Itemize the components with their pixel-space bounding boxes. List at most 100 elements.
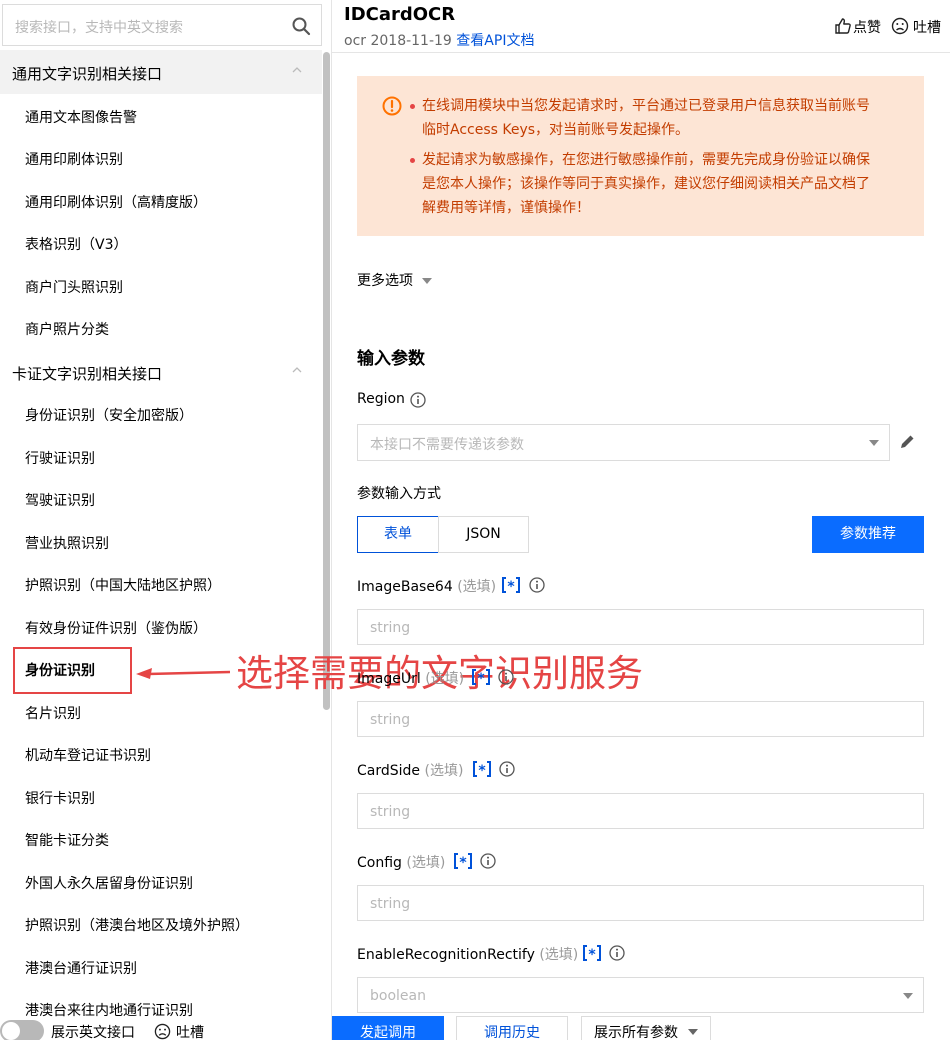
caret-down-icon [869,440,879,446]
pencil-icon[interactable] [899,433,916,450]
sidebar-footer: 展示英文接口 吐槽 [0,1018,331,1040]
search-placeholder: 搜索接口，支持中英文搜索 [15,20,183,36]
sidebar-item[interactable]: 港澳台通行证识别 [25,958,137,978]
field-label: CardSide (选填) [357,760,463,780]
sidebar-item[interactable]: 外国人永久居留身份证识别 [25,873,193,893]
image-url-input[interactable]: string [357,701,924,737]
region-label: Region [357,391,405,407]
feedback-link[interactable]: 吐槽 [176,1022,204,1040]
info-icon[interactable] [499,761,515,777]
region-select[interactable]: 本接口不需要传递该参数 [357,424,890,461]
optional-tag: (选填) [539,947,579,963]
image-base64-input[interactable]: string [357,609,924,645]
input-placeholder: string [370,896,411,912]
sidebar-item[interactable]: 商户门头照识别 [25,277,123,297]
sidebar-item[interactable]: 护照识别（港澳台地区及境外护照） [25,915,249,935]
region-placeholder: 本接口不需要传递该参数 [370,437,524,453]
sidebar-item[interactable]: 港澳台来往内地通行证识别 [25,1000,193,1020]
required-marker-icon: * [454,853,472,870]
sidebar-item[interactable]: 护照识别（中国大陆地区护照） [25,575,221,595]
optional-tag: (选填) [457,579,497,595]
sidebar-item[interactable]: 银行卡识别 [25,788,95,808]
field-name: ImageUrl [357,671,421,687]
group-card-ocr[interactable]: 卡证文字识别相关接口 [0,350,322,394]
required-marker-icon: * [502,577,520,594]
optional-tag: (选填) [406,855,446,871]
caret-down-icon[interactable] [422,278,432,285]
api-meta: ocr 2018-11-19 查看API文档 [344,30,534,50]
tab-json[interactable]: JSON [438,516,529,553]
param-mode-label: 参数输入方式 [357,486,441,502]
input-placeholder: string [370,804,411,820]
group-label: 通用文字识别相关接口 [12,65,163,83]
sidebar-scrollbar[interactable] [323,52,330,710]
info-icon[interactable] [410,392,426,408]
field-name: Config [357,855,402,871]
like-label[interactable]: 点赞 [853,17,881,37]
tab-form[interactable]: 表单 [357,516,439,553]
sidebar-item[interactable]: 通用文本图像告警 [25,107,137,127]
field-label: ImageBase64 (选填) [357,576,496,596]
frown-icon[interactable] [891,17,909,35]
sidebar-item[interactable]: 商户照片分类 [25,319,109,339]
selection-highlight-box [13,647,132,694]
english-api-toggle[interactable] [0,1020,44,1040]
param-recommend-button[interactable]: 参数推荐 [812,516,924,553]
invoke-button[interactable]: 发起调用 [332,1016,444,1040]
sidebar-item[interactable]: 智能卡证分类 [25,830,109,850]
group-general-ocr[interactable]: 通用文字识别相关接口 [0,50,322,94]
info-icon[interactable] [609,945,625,961]
input-placeholder: string [370,620,411,636]
chevron-up-icon [292,67,302,73]
api-sidebar: 搜索接口，支持中英文搜索 通用文字识别相关接口 通用文本图像告警 通用印刷体识别… [0,0,332,1040]
frown-icon[interactable] [154,1023,171,1040]
feedback-label[interactable]: 吐槽 [913,17,941,37]
search-icon[interactable] [291,16,311,36]
page-title: IDCardOCR [344,4,456,25]
chevron-up-icon [292,367,302,373]
info-icon[interactable] [498,669,514,685]
annotation-arrow-icon [136,668,231,679]
field-name: ImageBase64 [357,579,453,595]
api-search-input[interactable]: 搜索接口，支持中英文搜索 [2,4,322,46]
info-icon[interactable] [529,577,545,593]
api-doc-link[interactable]: 查看API文档 [456,33,534,49]
header-divider [332,52,950,53]
field-label: Config (选填) [357,852,445,872]
show-all-params-select[interactable]: 展示所有参数 [581,1016,711,1040]
svg-text:*: * [459,855,467,870]
svg-text:*: * [588,947,596,962]
config-input[interactable]: string [357,885,924,921]
caret-down-icon [903,993,913,999]
sidebar-item[interactable]: 机动车登记证书识别 [25,745,151,765]
optional-tag: (选填) [425,671,465,687]
sidebar-item[interactable]: 通用印刷体识别 [25,149,123,169]
sidebar-item[interactable]: 有效身份证件识别（鉴伪版） [25,618,207,638]
warning-icon [382,96,402,116]
more-options-toggle[interactable]: 更多选项 [357,270,413,290]
field-label: EnableRecognitionRectify (选填) [357,944,578,964]
enable-rectify-select[interactable]: boolean [357,977,924,1013]
sidebar-item[interactable]: 身份证识别（安全加密版） [25,405,193,425]
sidebar-item[interactable]: 驾驶证识别 [25,490,95,510]
required-marker-icon: * [473,761,491,778]
card-side-input[interactable]: string [357,793,924,829]
sidebar-item[interactable]: 表格识别（V3） [25,234,127,254]
warning-text: 发起请求为敏感操作，在您进行敏感操作前，需要先完成身份验证以确保是您本人操作；该… [410,148,882,220]
section-title: 输入参数 [357,349,425,369]
sidebar-item[interactable]: 名片识别 [25,703,81,723]
caret-down-icon [688,1029,698,1035]
sidebar-item[interactable]: 营业执照识别 [25,533,109,553]
warning-text: 在线调用模块中当您发起请求时，平台通过已登录用户信息获取当前账号临时Access… [410,94,882,142]
warning-banner: 在线调用模块中当您发起请求时，平台通过已登录用户信息获取当前账号临时Access… [357,76,924,236]
group-label: 卡证文字识别相关接口 [12,365,163,383]
thumbs-up-icon[interactable] [834,17,852,35]
sidebar-item[interactable]: 行驶证识别 [25,448,95,468]
sidebar-item[interactable]: 通用印刷体识别（高精度版） [25,192,207,212]
show-all-label: 展示所有参数 [594,1025,678,1040]
info-icon[interactable] [480,853,496,869]
required-marker-icon: * [472,669,490,686]
input-placeholder: string [370,712,411,728]
history-button[interactable]: 调用历史 [456,1016,568,1040]
svg-text:*: * [507,579,515,594]
